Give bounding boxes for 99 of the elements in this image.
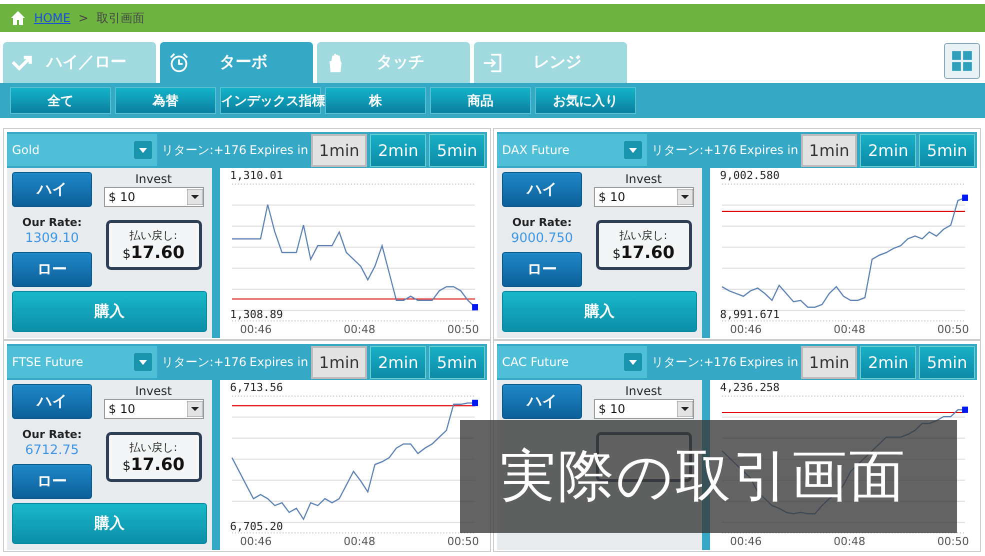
payout-label: 払い戻し: — [130, 228, 178, 242]
dropdown-icon — [134, 141, 152, 159]
expires-label: Expires in — [250, 143, 308, 157]
invest-label: Invest — [135, 172, 172, 186]
axis-max-label: 1,310.01 — [230, 170, 284, 182]
return-label: リターン:+176 — [652, 142, 737, 158]
dropdown-icon — [676, 189, 692, 205]
duration-button[interactable]: 1min — [801, 346, 858, 378]
payout-label: 払い戻し: — [130, 440, 178, 454]
time-axis-label: 00:48 — [344, 535, 376, 548]
axis-min-label: 8,991.671 — [720, 309, 781, 321]
invest-select[interactable]: $ 10 — [104, 399, 204, 419]
low-button[interactable]: ロー — [12, 252, 92, 287]
axis-min-label: 1,308.89 — [230, 309, 284, 321]
axis-min-label: 6,705.20 — [230, 521, 284, 533]
duration-button[interactable]: 2min — [860, 346, 916, 378]
invest-select[interactable]: $ 10 — [104, 187, 204, 207]
category-button[interactable]: お気に入り — [535, 87, 636, 114]
return-label: リターン:+176 — [652, 354, 737, 370]
dropdown-icon — [624, 353, 642, 371]
price-marker — [472, 400, 478, 406]
duration-button[interactable]: 5min — [919, 134, 975, 166]
duration-button[interactable]: 2min — [860, 134, 916, 166]
duration-button[interactable]: 2min — [370, 346, 426, 378]
high-button[interactable]: ハイ — [502, 172, 582, 207]
expires-label: Expires in — [740, 143, 798, 157]
invest-label: Invest — [135, 384, 172, 398]
home-link[interactable]: HOME — [34, 11, 70, 25]
axis-max-label: 4,236.258 — [720, 382, 781, 394]
time-axis-label: 00:48 — [834, 323, 866, 336]
asset-select[interactable]: Gold — [7, 134, 157, 166]
home-icon — [10, 10, 26, 26]
rate-value: 9000.750 — [510, 231, 574, 246]
time-axis-label: 00:48 — [834, 535, 866, 548]
invest-label: Invest — [625, 172, 662, 186]
grid-icon — [951, 50, 973, 72]
category-button[interactable]: 商品 — [430, 87, 531, 114]
payout-amount: $17.60 — [122, 454, 185, 474]
low-button[interactable]: ロー — [502, 252, 582, 287]
invest-label: Invest — [625, 384, 662, 398]
rate-label: Our Rate: — [22, 428, 82, 441]
high-button[interactable]: ハイ — [502, 384, 582, 419]
high-button[interactable]: ハイ — [12, 172, 92, 207]
duration-button[interactable]: 2min — [370, 134, 426, 166]
high-button[interactable]: ハイ — [12, 384, 92, 419]
breadcrumb-separator: > — [78, 11, 88, 25]
invest-select[interactable]: $ 10 — [594, 187, 694, 207]
time-axis-label: 00:46 — [730, 323, 762, 336]
time-axis-label: 00:48 — [344, 323, 376, 336]
buy-button[interactable]: 購入 — [12, 291, 207, 332]
invest-select[interactable]: $ 10 — [594, 399, 694, 419]
rate-value: 6712.75 — [25, 443, 79, 458]
category-button[interactable]: 為替 — [115, 87, 216, 114]
rate-value: 1309.10 — [25, 231, 79, 246]
dropdown-icon — [186, 401, 202, 417]
buy-button[interactable]: 購入 — [12, 503, 207, 544]
duration-button[interactable]: 1min — [311, 346, 368, 378]
alarm-clock-icon — [168, 52, 190, 74]
low-button[interactable]: ロー — [12, 464, 92, 499]
axis-max-label: 6,713.56 — [230, 382, 284, 394]
grid-view-button[interactable] — [944, 43, 980, 79]
buy-button[interactable]: 購入 — [502, 291, 697, 332]
payout-amount: $17.60 — [122, 242, 185, 262]
time-axis-label: 00:46 — [240, 323, 272, 336]
expires-label: Expires in — [250, 355, 308, 369]
price-marker — [962, 194, 968, 201]
time-axis-label: 00:50 — [447, 535, 479, 548]
breadcrumb-current: 取引画面 — [96, 10, 144, 26]
payout-label: 払い戻し: — [620, 228, 668, 242]
asset-select[interactable]: DAX Future — [497, 134, 647, 166]
return-label: リターン:+176 — [162, 142, 247, 158]
time-axis-label: 00:50 — [937, 535, 969, 548]
sign-in-icon — [482, 52, 504, 74]
mode-tab[interactable]: ターボ — [160, 42, 313, 83]
dropdown-icon — [676, 401, 692, 417]
dropdown-icon — [134, 353, 152, 371]
dropdown-icon — [624, 141, 642, 159]
dropdown-icon — [186, 189, 202, 205]
duration-button[interactable]: 5min — [429, 346, 485, 378]
price-marker — [962, 406, 968, 413]
category-button[interactable]: 株 — [325, 87, 426, 114]
axis-max-label: 9,002.580 — [720, 170, 781, 182]
return-label: リターン:+176 — [162, 354, 247, 370]
time-axis-label: 00:50 — [447, 323, 479, 336]
time-axis-label: 00:46 — [730, 535, 762, 548]
time-axis-label: 00:50 — [937, 323, 969, 336]
duration-button[interactable]: 5min — [919, 346, 975, 378]
time-axis-label: 00:46 — [240, 535, 272, 548]
rate-label: Our Rate: — [512, 216, 572, 229]
rate-label: Our Rate: — [22, 216, 82, 229]
payout-amount: $17.60 — [612, 242, 675, 262]
category-button[interactable]: 全て — [10, 87, 111, 114]
price-marker — [472, 304, 478, 310]
expires-label: Expires in — [740, 355, 798, 369]
asset-select[interactable]: FTSE Future — [7, 346, 157, 378]
duration-button[interactable]: 5min — [429, 134, 485, 166]
asset-select[interactable]: CAC Future — [497, 346, 647, 378]
duration-button[interactable]: 1min — [311, 134, 368, 166]
duration-button[interactable]: 1min — [801, 134, 858, 166]
